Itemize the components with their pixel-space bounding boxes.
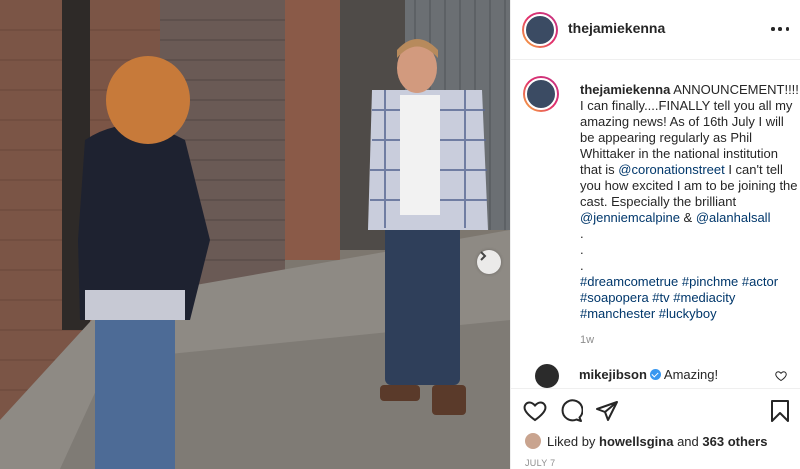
hashtag[interactable]: #manchester — [580, 306, 655, 321]
caption-timestamp[interactable]: 1w — [580, 332, 800, 348]
caption-text: thejamiekenna ANNOUNCEMENT!!!! I can fin… — [580, 82, 800, 348]
post-media[interactable] — [0, 0, 510, 469]
liker-avatar[interactable] — [525, 433, 541, 449]
post-photo — [0, 0, 510, 469]
hashtag[interactable]: #luckyboy — [659, 306, 717, 321]
likes-count[interactable]: 363 others — [702, 434, 767, 449]
post-side-panel: thejamiekenna thejamiekenna ANNOUNCEMENT… — [510, 0, 800, 469]
commenter-avatar[interactable] — [535, 364, 559, 388]
hashtag[interactable]: #dreamcometrue — [580, 274, 678, 289]
heart-icon[interactable] — [523, 399, 547, 423]
hashtags-line: #manchester #luckyboy — [580, 306, 800, 322]
caption-dot: . — [580, 242, 584, 257]
comment-like-heart-icon[interactable] — [775, 370, 787, 382]
mention-alanhalsall[interactable]: @alanhalsall — [696, 210, 771, 225]
author-avatar[interactable] — [522, 12, 558, 48]
comment-icon[interactable] — [559, 399, 583, 423]
hashtags-line: #dreamcometrue #pinchme #actor — [580, 274, 800, 290]
hashtag[interactable]: #mediacity — [673, 290, 735, 305]
share-icon[interactable] — [595, 399, 619, 423]
hashtag[interactable]: #actor — [742, 274, 778, 289]
next-image-button[interactable] — [477, 250, 501, 274]
post-date[interactable]: JULY 7 — [525, 458, 555, 468]
comment-row: mikejibson Amazing! — [523, 364, 793, 388]
more-options-icon[interactable] — [771, 20, 789, 38]
chevron-right-icon — [480, 251, 487, 261]
bookmark-icon[interactable] — [769, 399, 791, 423]
mention-jenniemcalpine[interactable]: @jenniemcalpine — [580, 210, 680, 225]
hashtags-line: #soapopera #tv #mediacity — [580, 290, 800, 306]
hashtag[interactable]: #tv — [652, 290, 669, 305]
caption-avatar[interactable] — [523, 76, 559, 112]
comment-text: Amazing! — [663, 367, 719, 382]
instagram-post: thejamiekenna thejamiekenna ANNOUNCEMENT… — [0, 0, 800, 469]
caption-dot: . — [580, 258, 584, 273]
caption-dot: . — [580, 226, 584, 241]
mention-coronationstreet[interactable]: @coronationstreet — [618, 162, 724, 177]
post-actions: Liked by howellsgina and 363 others JULY… — [511, 388, 800, 469]
verified-badge-icon — [649, 369, 661, 380]
likes-summary: Liked by howellsgina and 363 others — [525, 433, 767, 449]
hashtag[interactable]: #soapopera — [580, 290, 649, 305]
hashtag[interactable]: #pinchme — [682, 274, 738, 289]
post-header: thejamiekenna — [511, 0, 800, 60]
author-username[interactable]: thejamiekenna — [568, 20, 665, 36]
commenter-username[interactable]: mikejibson — [579, 367, 647, 382]
caption-username[interactable]: thejamiekenna — [580, 82, 670, 97]
liker-username[interactable]: howellsgina — [599, 434, 673, 449]
